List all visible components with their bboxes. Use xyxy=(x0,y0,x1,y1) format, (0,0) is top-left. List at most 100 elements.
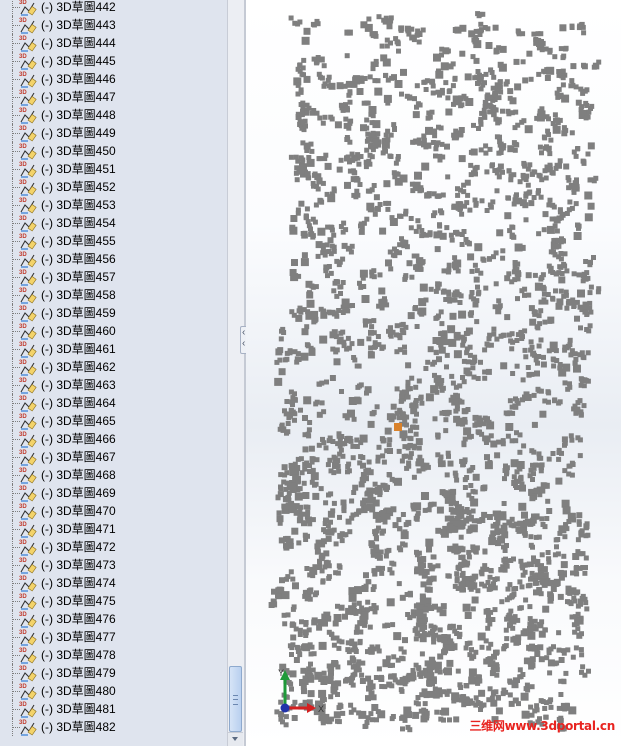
svg-text:3D: 3D xyxy=(19,684,27,690)
3d-sketch-icon: 3D xyxy=(19,504,37,520)
suppress-state: (-) xyxy=(41,234,53,248)
graphics-area[interactable]: Y X 三维网www.3dportal.cn xyxy=(246,0,621,746)
tree-item-3d-sketch[interactable]: 3D (-) 3D草圖455 xyxy=(0,232,227,250)
tree-item-3d-sketch[interactable]: 3D (-) 3D草圖472 xyxy=(0,538,227,556)
3d-sketch-icon: 3D xyxy=(19,198,37,214)
suppress-state: (-) xyxy=(41,198,53,212)
tree-connector xyxy=(12,0,13,16)
tree-item-3d-sketch[interactable]: 3D (-) 3D草圖459 xyxy=(0,304,227,322)
tree-item-3d-sketch[interactable]: 3D (-) 3D草圖460 xyxy=(0,322,227,340)
feature-name: 3D草圖466 xyxy=(56,432,116,446)
tree-item-3d-sketch[interactable]: 3D (-) 3D草圖447 xyxy=(0,88,227,106)
tree-item-3d-sketch[interactable]: 3D (-) 3D草圖454 xyxy=(0,214,227,232)
svg-text:3D: 3D xyxy=(19,414,27,420)
3d-sketch-icon: 3D xyxy=(19,288,37,304)
tree-item-3d-sketch[interactable]: 3D (-) 3D草圖462 xyxy=(0,358,227,376)
3d-sketch-icon: 3D xyxy=(19,702,37,718)
3d-sketch-icon: 3D xyxy=(19,252,37,268)
svg-text:3D: 3D xyxy=(19,54,27,60)
tree-item-3d-sketch[interactable]: 3D (-) 3D草圖450 xyxy=(0,142,227,160)
svg-text:3D: 3D xyxy=(19,702,27,708)
svg-text:3D: 3D xyxy=(19,108,27,114)
svg-text:3D: 3D xyxy=(19,594,27,600)
tree-item-3d-sketch[interactable]: 3D (-) 3D草圖471 xyxy=(0,520,227,538)
tree-item-3d-sketch[interactable]: 3D (-) 3D草圖481 xyxy=(0,700,227,718)
tree-item-3d-sketch[interactable]: 3D (-) 3D草圖468 xyxy=(0,466,227,484)
svg-text:3D: 3D xyxy=(19,288,27,294)
feature-name: 3D草圖480 xyxy=(56,684,116,698)
svg-text:3D: 3D xyxy=(19,90,27,96)
tree-item-3d-sketch[interactable]: 3D (-) 3D草圖449 xyxy=(0,124,227,142)
svg-text:3D: 3D xyxy=(19,666,27,672)
tree-item-3d-sketch[interactable]: 3D (-) 3D草圖473 xyxy=(0,556,227,574)
suppress-state: (-) xyxy=(41,558,53,572)
tree-item-3d-sketch[interactable]: 3D (-) 3D草圖482 xyxy=(0,718,227,736)
svg-text:3D: 3D xyxy=(19,468,27,474)
suppress-state: (-) xyxy=(41,72,53,86)
suppress-state: (-) xyxy=(41,126,53,140)
tree-item-3d-sketch[interactable]: 3D (-) 3D草圖461 xyxy=(0,340,227,358)
tree-item-3d-sketch[interactable]: 3D (-) 3D草圖463 xyxy=(0,376,227,394)
tree-item-3d-sketch[interactable]: 3D (-) 3D草圖465 xyxy=(0,412,227,430)
svg-text:3D: 3D xyxy=(19,576,27,582)
feature-name: 3D草圖482 xyxy=(56,720,116,734)
tree-item-3d-sketch[interactable]: 3D (-) 3D草圖474 xyxy=(0,574,227,592)
tree-item-3d-sketch[interactable]: 3D (-) 3D草圖478 xyxy=(0,646,227,664)
feature-name: 3D草圖451 xyxy=(56,162,116,176)
svg-text:3D: 3D xyxy=(19,486,27,492)
svg-text:3D: 3D xyxy=(19,180,27,186)
tree-scrollbar[interactable] xyxy=(227,0,244,746)
feature-name: 3D草圖473 xyxy=(56,558,116,572)
suppress-state: (-) xyxy=(41,36,53,50)
tree-item-3d-sketch[interactable]: 3D (-) 3D草圖451 xyxy=(0,160,227,178)
suppress-state: (-) xyxy=(41,0,53,14)
suppress-state: (-) xyxy=(41,324,53,338)
feature-name: 3D草圖452 xyxy=(56,180,116,194)
scroll-down-button[interactable] xyxy=(228,732,243,746)
svg-text:3D: 3D xyxy=(19,720,27,726)
feature-name: 3D草圖460 xyxy=(56,324,116,338)
scrollbar-thumb[interactable] xyxy=(229,666,242,732)
tree-item-3d-sketch[interactable]: 3D (-) 3D草圖446 xyxy=(0,70,227,88)
tree-item-3d-sketch[interactable]: 3D (-) 3D草圖467 xyxy=(0,448,227,466)
tree-item-3d-sketch[interactable]: 3D (-) 3D草圖476 xyxy=(0,610,227,628)
tree-item-3d-sketch[interactable]: 3D (-) 3D草圖445 xyxy=(0,52,227,70)
feature-name: 3D草圖476 xyxy=(56,612,116,626)
tree-item-3d-sketch[interactable]: 3D (-) 3D草圖477 xyxy=(0,628,227,646)
suppress-state: (-) xyxy=(41,612,53,626)
tree-item-3d-sketch[interactable]: 3D (-) 3D草圖480 xyxy=(0,682,227,700)
3d-sketch-icon: 3D xyxy=(19,612,37,628)
tree-item-3d-sketch[interactable]: 3D (-) 3D草圖475 xyxy=(0,592,227,610)
tree-item-3d-sketch[interactable]: 3D (-) 3D草圖453 xyxy=(0,196,227,214)
3d-sketch-icon: 3D xyxy=(19,666,37,682)
svg-text:3D: 3D xyxy=(19,522,27,528)
tree-item-3d-sketch[interactable]: 3D (-) 3D草圖466 xyxy=(0,430,227,448)
3d-sketch-icon: 3D xyxy=(19,234,37,250)
tree-item-3d-sketch[interactable]: 3D (-) 3D草圖448 xyxy=(0,106,227,124)
tree-item-3d-sketch[interactable]: 3D (-) 3D草圖457 xyxy=(0,268,227,286)
tree-item-3d-sketch[interactable]: 3D (-) 3D草圖469 xyxy=(0,484,227,502)
tree-item-3d-sketch[interactable]: 3D (-) 3D草圖444 xyxy=(0,34,227,52)
feature-name: 3D草圖471 xyxy=(56,522,116,536)
suppress-state: (-) xyxy=(41,432,53,446)
3d-sketch-icon: 3D xyxy=(19,630,37,646)
3d-sketch-icon: 3D xyxy=(19,720,37,736)
tree-item-3d-sketch[interactable]: 3D (-) 3D草圖443 xyxy=(0,16,227,34)
tree-item-3d-sketch[interactable]: 3D (-) 3D草圖470 xyxy=(0,502,227,520)
feature-name: 3D草圖455 xyxy=(56,234,116,248)
tree-item-3d-sketch[interactable]: 3D (-) 3D草圖452 xyxy=(0,178,227,196)
suppress-state: (-) xyxy=(41,666,53,680)
tree-item-3d-sketch[interactable]: 3D (-) 3D草圖442 xyxy=(0,0,227,16)
suppress-state: (-) xyxy=(41,342,53,356)
3d-sketch-icon: 3D xyxy=(19,144,37,160)
svg-text:3D: 3D xyxy=(19,198,27,204)
tree-item-3d-sketch[interactable]: 3D (-) 3D草圖479 xyxy=(0,664,227,682)
tree-item-3d-sketch[interactable]: 3D (-) 3D草圖464 xyxy=(0,394,227,412)
3d-sketch-icon: 3D xyxy=(19,594,37,610)
tree-item-3d-sketch[interactable]: 3D (-) 3D草圖456 xyxy=(0,250,227,268)
svg-text:3D: 3D xyxy=(19,360,27,366)
suppress-state: (-) xyxy=(41,162,53,176)
svg-text:3D: 3D xyxy=(19,252,27,258)
svg-text:3D: 3D xyxy=(19,504,27,510)
tree-item-3d-sketch[interactable]: 3D (-) 3D草圖458 xyxy=(0,286,227,304)
